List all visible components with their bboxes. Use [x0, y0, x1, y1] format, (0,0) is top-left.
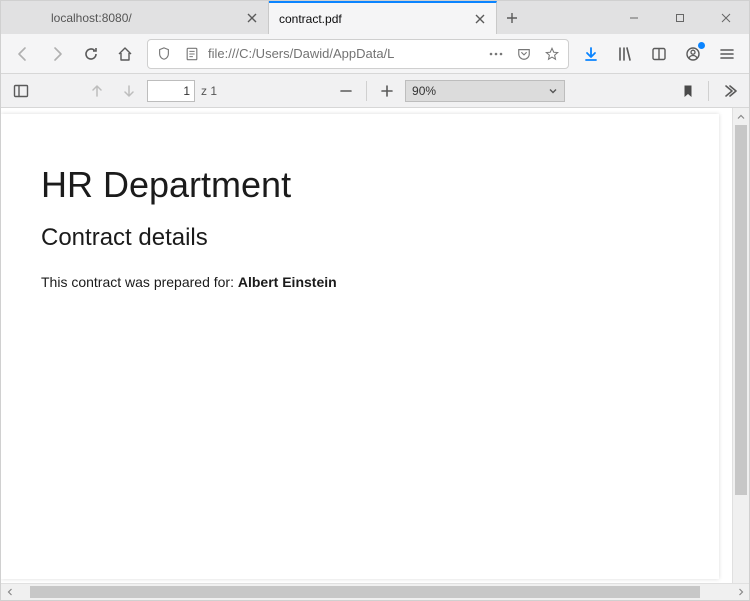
divider: [708, 81, 709, 101]
pdf-page: HR Department Contract details This cont…: [1, 114, 719, 579]
zoom-out-button[interactable]: [332, 78, 360, 104]
scroll-track[interactable]: [733, 125, 749, 583]
page-count-label: z 1: [199, 84, 223, 98]
scroll-track[interactable]: [18, 584, 732, 600]
new-tab-button[interactable]: [497, 1, 527, 34]
document-line-bold: Albert Einstein: [238, 274, 337, 290]
document-h1: HR Department: [41, 164, 679, 206]
scroll-right-arrow[interactable]: [732, 584, 749, 601]
back-button[interactable]: [7, 38, 39, 70]
chevron-down-icon: [548, 86, 558, 96]
tab-label: contract.pdf: [279, 12, 466, 26]
app-menu-button[interactable]: [711, 38, 743, 70]
sidebar-button[interactable]: [643, 38, 675, 70]
library-button[interactable]: [609, 38, 641, 70]
document-h2: Contract details: [41, 224, 679, 252]
zoom-in-button[interactable]: [373, 78, 401, 104]
pdf-viewer: HR Department Contract details This cont…: [1, 108, 749, 583]
url-text: file:///C:/Users/Dawid/AppData/L: [208, 46, 480, 61]
browser-window: localhost:8080/ contract.pdf: [0, 0, 750, 601]
url-bar[interactable]: file:///C:/Users/Dawid/AppData/L: [147, 39, 569, 69]
scroll-left-arrow[interactable]: [1, 584, 18, 601]
page-total: 1: [210, 84, 217, 98]
home-button[interactable]: [109, 38, 141, 70]
page-info-icon[interactable]: [180, 42, 204, 66]
window-minimize-button[interactable]: [611, 1, 657, 34]
shield-icon[interactable]: [152, 42, 176, 66]
forward-button[interactable]: [41, 38, 73, 70]
bookmark-star-icon[interactable]: [540, 42, 564, 66]
pdf-sidebar-toggle[interactable]: [7, 78, 35, 104]
bookmark-button[interactable]: [674, 78, 702, 104]
divider: [366, 81, 367, 101]
document-line: This contract was prepared for: Albert E…: [41, 274, 679, 290]
document-line-prefix: This contract was prepared for:: [41, 274, 238, 290]
pocket-icon[interactable]: [512, 42, 536, 66]
page-number-input[interactable]: [147, 80, 195, 102]
tab-label: localhost:8080/: [51, 11, 238, 25]
tab-strip: localhost:8080/ contract.pdf: [1, 1, 749, 34]
navigation-toolbar: file:///C:/Users/Dawid/AppData/L: [1, 34, 749, 74]
window-controls: [611, 1, 749, 34]
window-maximize-button[interactable]: [657, 1, 703, 34]
tab-contract-pdf[interactable]: contract.pdf: [269, 1, 497, 34]
scroll-thumb[interactable]: [30, 586, 700, 598]
zoom-value: 90%: [412, 84, 436, 98]
reload-button[interactable]: [75, 38, 107, 70]
close-icon[interactable]: [244, 10, 260, 26]
window-close-button[interactable]: [703, 1, 749, 34]
close-icon[interactable]: [472, 11, 488, 27]
scroll-up-arrow[interactable]: [733, 108, 749, 125]
account-button[interactable]: [677, 38, 709, 70]
downloads-button[interactable]: [575, 38, 607, 70]
pdf-toolbar: z 1 90%: [1, 74, 749, 108]
tab-localhost[interactable]: localhost:8080/: [41, 1, 269, 34]
page-sep: z: [201, 84, 207, 98]
page-down-button[interactable]: [115, 78, 143, 104]
vertical-scrollbar[interactable]: [732, 108, 749, 583]
zoom-select[interactable]: 90%: [405, 80, 565, 102]
horizontal-scrollbar[interactable]: [1, 583, 749, 600]
page-actions-icon[interactable]: [484, 42, 508, 66]
page-up-button[interactable]: [83, 78, 111, 104]
scroll-thumb[interactable]: [735, 125, 747, 495]
pdf-tools-button[interactable]: [715, 78, 743, 104]
